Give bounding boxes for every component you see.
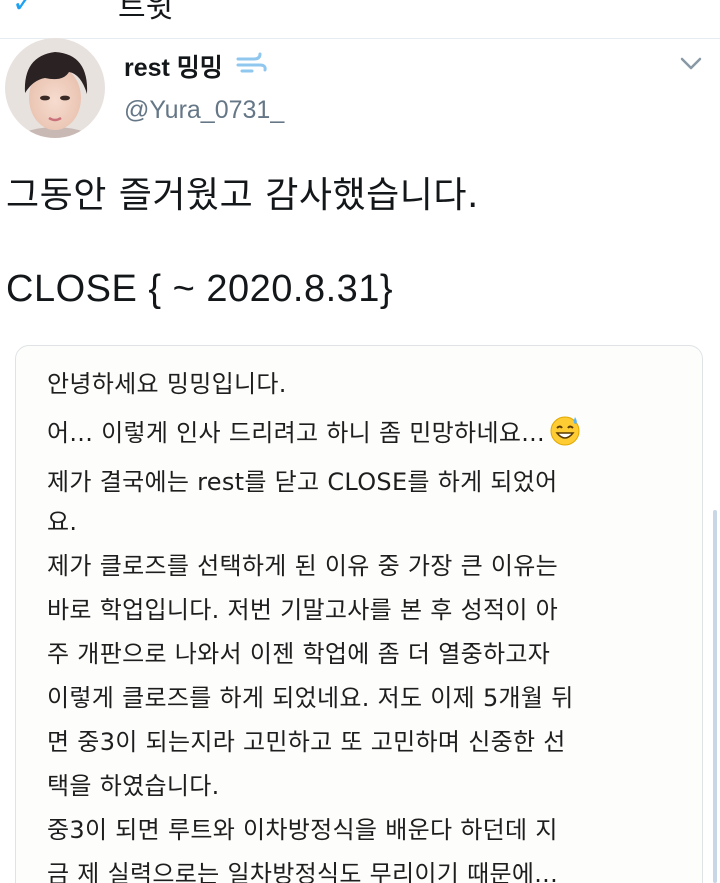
top-bar: ✓ 트윗 [0, 0, 720, 39]
note-line: 바로 학업입니다. 저번 기말고사를 본 후 성적이 아 [47, 596, 559, 624]
chevron-down-icon[interactable] [680, 57, 702, 71]
page-title: 트윗 [118, 0, 174, 25]
sweat-smile-emoji-icon [549, 415, 581, 453]
user-handle[interactable]: @Yura_0731_ [124, 96, 284, 125]
note-line-text: 어... 이렇게 인사 드리려고 하니 좀 민망하네요... [47, 419, 545, 447]
tweet-detail-page: ✓ 트윗 rest 밍밍 @Yura_0731_ 그동안 즐거웠고 감사했습니다… [0, 0, 720, 883]
back-arrow-icon[interactable]: ✓ [12, 0, 35, 19]
note-line: 제가 결국에는 rest를 닫고 CLOSE를 하게 되었어 [47, 468, 558, 496]
note-line: 중3이 되면 루트와 이차방정식을 배운다 하던데 지 [47, 816, 558, 844]
note-line: 이렇게 클로즈를 하게 되었네요. 저도 이제 5개월 뒤 [47, 684, 574, 712]
note-line: 어... 이렇게 인사 드리려고 하니 좀 민망하네요... [47, 413, 581, 453]
tweet-text-line: CLOSE { ~ 2020.8.31} [6, 268, 394, 310]
scrollbar[interactable] [713, 510, 717, 883]
dash-emoji-icon [236, 50, 268, 80]
note-line: 택을 하였습니다. [47, 772, 220, 800]
attached-note-image[interactable]: 안녕하세요 밍밍입니다. 어... 이렇게 인사 드리려고 하니 좀 민망하네요… [15, 345, 703, 883]
note-line: 금 제 실력으로는 일차방정식도 무리이기 때문에... [47, 860, 559, 883]
display-name[interactable]: rest 밍밍 [124, 48, 223, 84]
note-line: 요. [47, 508, 78, 536]
note-line: 면 중3이 되는지라 고민하고 또 고민하며 신중한 선 [47, 728, 566, 756]
note-line: 주 개판으로 나와서 이젠 학업에 좀 더 열중하고자 [47, 640, 551, 668]
avatar[interactable] [5, 38, 105, 138]
avatar-image [5, 38, 105, 138]
note-line: 제가 클로즈를 선택하게 된 이유 중 가장 큰 이유는 [47, 552, 559, 580]
note-line: 안녕하세요 밍밍입니다. [47, 370, 287, 398]
tweet-text-line: 그동안 즐거웠고 감사했습니다. [6, 175, 479, 216]
